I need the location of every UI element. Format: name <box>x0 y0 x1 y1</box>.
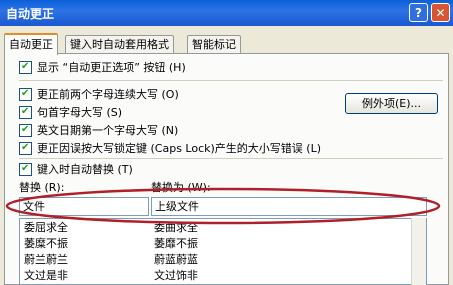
english-dates-option[interactable]: 英文日期第一个字母大写 (N) <box>19 122 179 139</box>
title-bar: 自动更正 ? ✕ <box>0 0 453 26</box>
list-item-to: 文过饰非 <box>154 269 198 282</box>
list-item-from: 文过是非 <box>24 269 68 282</box>
list-item-to: 萎靡不振 <box>154 237 198 250</box>
two-caps-label: 更正前两个字母连续大写 (O) <box>37 88 179 101</box>
divider <box>19 158 443 159</box>
replace-typing-checkbox[interactable] <box>19 161 32 177</box>
caps-lock-checkbox[interactable] <box>19 140 32 156</box>
show-buttons-option[interactable]: 显示 “自动更正选项” 按钮 (H) <box>19 59 186 76</box>
sentence-caps-option[interactable]: 句首字母大写 (S) <box>19 104 123 121</box>
two-caps-option[interactable]: 更正前两个字母连续大写 (O) <box>19 86 179 103</box>
replace-with-input[interactable]: 上级文件 <box>151 197 427 216</box>
caps-lock-label: 更正因误按大写锁定键 (Caps Lock)产生的大小写错误 (L) <box>37 142 322 155</box>
list-item[interactable]: 委屈求全 委曲求全 <box>20 220 426 236</box>
list-item-to: 蔚蓝蔚蓝 <box>154 253 198 266</box>
replace-typing-label: 键入时自动替换 (T) <box>37 163 133 176</box>
list-scrollbar[interactable] <box>411 218 426 285</box>
caps-lock-option[interactable]: 更正因误按大写锁定键 (Caps Lock)产生的大小写错误 (L) <box>19 140 322 157</box>
replace-label: 替换 (R): <box>19 181 65 194</box>
list-item[interactable]: 文过是非 文过饰非 <box>20 268 426 284</box>
divider <box>19 80 443 81</box>
close-button[interactable]: ✕ <box>431 3 450 22</box>
list-item[interactable]: 蔚兰蔚兰 蔚蓝蔚蓝 <box>20 252 426 268</box>
list-item-from: 委屈求全 <box>24 221 68 234</box>
replace-typing-option[interactable]: 键入时自动替换 (T) <box>19 161 133 178</box>
tab-autocorrect[interactable]: 自动更正 <box>4 33 58 55</box>
sentence-caps-label: 句首字母大写 (S) <box>37 106 123 119</box>
show-buttons-checkbox[interactable] <box>19 59 32 75</box>
list-item[interactable]: 萎糜不振 萎靡不振 <box>20 236 426 252</box>
help-button[interactable]: ? <box>409 3 428 22</box>
list-item-from: 萎糜不振 <box>24 237 68 250</box>
show-buttons-label: 显示 “自动更正选项” 按钮 (H) <box>37 61 186 74</box>
tab-smart-tags[interactable]: 智能标记 <box>187 35 241 53</box>
english-dates-checkbox[interactable] <box>19 122 32 138</box>
replace-input[interactable]: 文件 <box>19 197 149 216</box>
list-item-to: 委曲求全 <box>154 221 198 234</box>
list-item-from: 蔚兰蔚兰 <box>24 253 68 266</box>
exceptions-button[interactable]: 例外项(E)... <box>345 93 438 114</box>
english-dates-label: 英文日期第一个字母大写 (N) <box>37 124 179 137</box>
tab-autoformat-as-you-type[interactable]: 键入时自动套用格式 <box>65 35 174 53</box>
sentence-caps-checkbox[interactable] <box>19 104 32 120</box>
replacement-list[interactable]: 委屈求全 委曲求全 萎糜不振 萎靡不振 蔚兰蔚兰 蔚蓝蔚蓝 文过是非 文过饰非 <box>19 218 427 285</box>
window-title: 自动更正 <box>6 7 55 21</box>
two-caps-checkbox[interactable] <box>19 86 32 102</box>
replace-with-label: 替换为 (W): <box>151 181 211 194</box>
